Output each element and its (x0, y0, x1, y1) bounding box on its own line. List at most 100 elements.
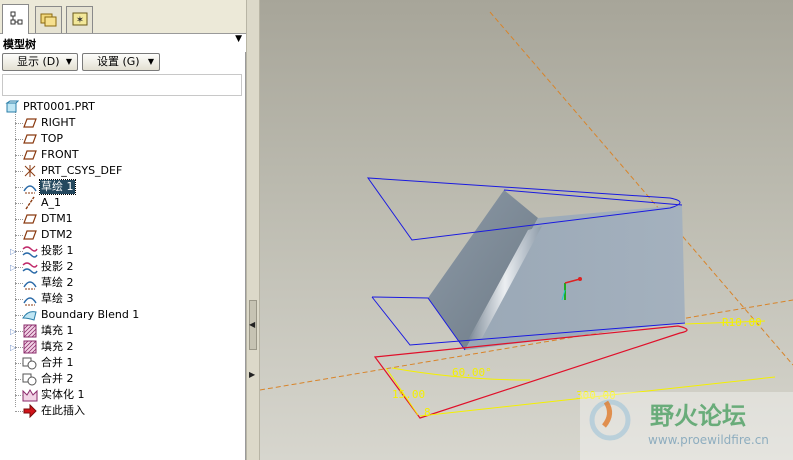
dimension-small[interactable]: 8 (424, 406, 431, 419)
tree-item[interactable]: Boundary Blend 1 (22, 307, 140, 323)
tree-item-label: 在此插入 (41, 404, 85, 417)
tree-branch-line (15, 315, 23, 316)
tree-item-label: 草绘 2 (41, 276, 74, 289)
tree-branch-line (15, 379, 23, 380)
tree-item-label: 填充 2 (41, 340, 74, 353)
tree-item[interactable]: DTM1 (22, 211, 74, 227)
svg-text:✶: ✶ (75, 15, 83, 26)
tab-folder-browser[interactable] (35, 6, 62, 33)
tree-item-label: A_1 (41, 196, 62, 209)
panel-header: 模型树 ▼ (0, 34, 246, 52)
tree-item-label: 填充 1 (41, 324, 74, 337)
merge-icon (22, 356, 38, 371)
tree-item[interactable]: PRT0001.PRT (4, 99, 96, 115)
tree-branch-line (15, 123, 23, 124)
tree-item[interactable]: 投影 2 (22, 259, 75, 275)
tree-branch-line (15, 299, 23, 300)
tree-item[interactable]: 合并 1 (22, 355, 75, 371)
panel-title: 模型树 (3, 38, 36, 51)
tree-item[interactable]: 实体化 1 (22, 387, 86, 403)
sketch-icon (22, 180, 38, 195)
dimension-length-small[interactable]: 15.00 (392, 388, 425, 401)
dimension-radius[interactable]: R10.00 (722, 316, 762, 329)
panel-splitter[interactable]: ◀ ▶ (246, 0, 260, 460)
fill-icon (22, 324, 38, 339)
tree-item[interactable]: 草绘 1 (22, 179, 76, 195)
tree-item[interactable]: 在此插入 (22, 403, 86, 419)
tree-branch-line (15, 155, 23, 156)
sketch-icon (22, 292, 38, 307)
tree-item[interactable]: 草绘 3 (22, 291, 75, 307)
model-tree: PRT0001.PRT RIGHT TOP FRONT PRT_CSYS_DEF 草绘 1… (0, 99, 244, 460)
datum-plane-icon (22, 228, 38, 243)
tree-item-label: 草绘 3 (41, 292, 74, 305)
chevron-down-icon: ▼ (65, 57, 72, 66)
tree-item-label: 合并 2 (41, 372, 74, 385)
tree-branch-line (15, 411, 23, 412)
tree-item-label: 投影 1 (41, 244, 74, 257)
tree-branch-line (15, 235, 23, 236)
tree-item[interactable]: TOP (22, 131, 64, 147)
tree-item[interactable]: FRONT (22, 147, 80, 163)
tree-item[interactable]: 填充 2 (22, 339, 75, 355)
forum-watermark: 野火论坛 www.proewildfire.cn (580, 392, 793, 460)
tree-item[interactable]: 填充 1 (22, 323, 75, 339)
expand-arrow-icon[interactable]: ▷ (10, 339, 18, 355)
tree-item[interactable]: 合并 2 (22, 371, 75, 387)
panel-menu-arrow-icon[interactable]: ▼ (235, 34, 242, 44)
tree-branch-line (15, 203, 23, 204)
insert-here-icon (22, 404, 38, 419)
expand-arrow-icon[interactable]: ▷ (10, 259, 18, 275)
model-canvas: R10.00 60.00° 15.00 300.00 8 (260, 11, 793, 419)
model-tree-panel: ✶ 模型树 ▼ 显示 (D) ▼ 设置 (G) ▼ PRT0001.PRT RIG… (0, 0, 246, 460)
expand-right-icon[interactable]: ▶ (249, 370, 255, 379)
tree-branch-line (15, 187, 23, 188)
csys-origin-marker (578, 277, 582, 281)
collapse-left-icon[interactable]: ◀ (249, 320, 255, 329)
tree-item-label: 投影 2 (41, 260, 74, 273)
tree-item-label: 草绘 1 (39, 179, 76, 195)
tree-filter-row (2, 74, 242, 96)
favorites-icon: ✶ (72, 11, 88, 30)
show-dropdown-button[interactable]: 显示 (D) ▼ (2, 53, 78, 71)
tab-favorites[interactable]: ✶ (66, 6, 93, 33)
watermark-title: 野火论坛 (650, 402, 746, 430)
datum-plane-icon (22, 132, 38, 147)
tree-item-label: Boundary Blend 1 (41, 308, 140, 321)
tree-item-label: RIGHT (41, 116, 76, 129)
datum-plane-icon (22, 148, 38, 163)
expand-arrow-icon[interactable]: ▷ (10, 243, 18, 259)
tree-branch-line (15, 219, 23, 220)
graphics-viewport[interactable]: R10.00 60.00° 15.00 300.00 8 (260, 0, 793, 460)
boundary-blend-icon (22, 308, 38, 323)
tree-item-label: PRT0001.PRT (23, 100, 95, 113)
tree-item[interactable]: DTM2 (22, 227, 74, 243)
tree-branch-line (15, 139, 23, 140)
tree-branch-line (15, 395, 23, 396)
tree-branch-line (15, 283, 23, 284)
tree-item-label: 合并 1 (41, 356, 74, 369)
tree-toolbar: 显示 (D) ▼ 设置 (G) ▼ (0, 52, 246, 72)
settings-dropdown-button[interactable]: 设置 (G) ▼ (82, 53, 160, 71)
tree-item[interactable]: 草绘 2 (22, 275, 75, 291)
datum-plane-icon (22, 212, 38, 227)
projection-icon (22, 244, 38, 259)
tree-branch-line (15, 363, 23, 364)
tree-item[interactable]: PRT_CSYS_DEF (22, 163, 123, 179)
tree-item[interactable]: RIGHT (22, 115, 76, 131)
tree-item-label: DTM1 (41, 212, 73, 225)
navigator-tabs: ✶ (0, 0, 246, 34)
tree-item-label: FRONT (41, 148, 79, 161)
csys-icon (22, 164, 38, 179)
settings-button-label: 设置 (G) (97, 55, 140, 68)
datum-plane-icon (22, 116, 38, 131)
tab-model-tree[interactable] (2, 4, 29, 34)
model-tree-icon (8, 10, 24, 29)
datum-axis-icon (22, 196, 38, 211)
projection-icon (22, 260, 38, 275)
folder-icon (40, 11, 58, 30)
tree-item[interactable]: 投影 1 (22, 243, 75, 259)
expand-arrow-icon[interactable]: ▷ (10, 323, 18, 339)
dimension-angle[interactable]: 60.00° (452, 366, 492, 379)
tree-item[interactable]: A_1 (22, 195, 62, 211)
